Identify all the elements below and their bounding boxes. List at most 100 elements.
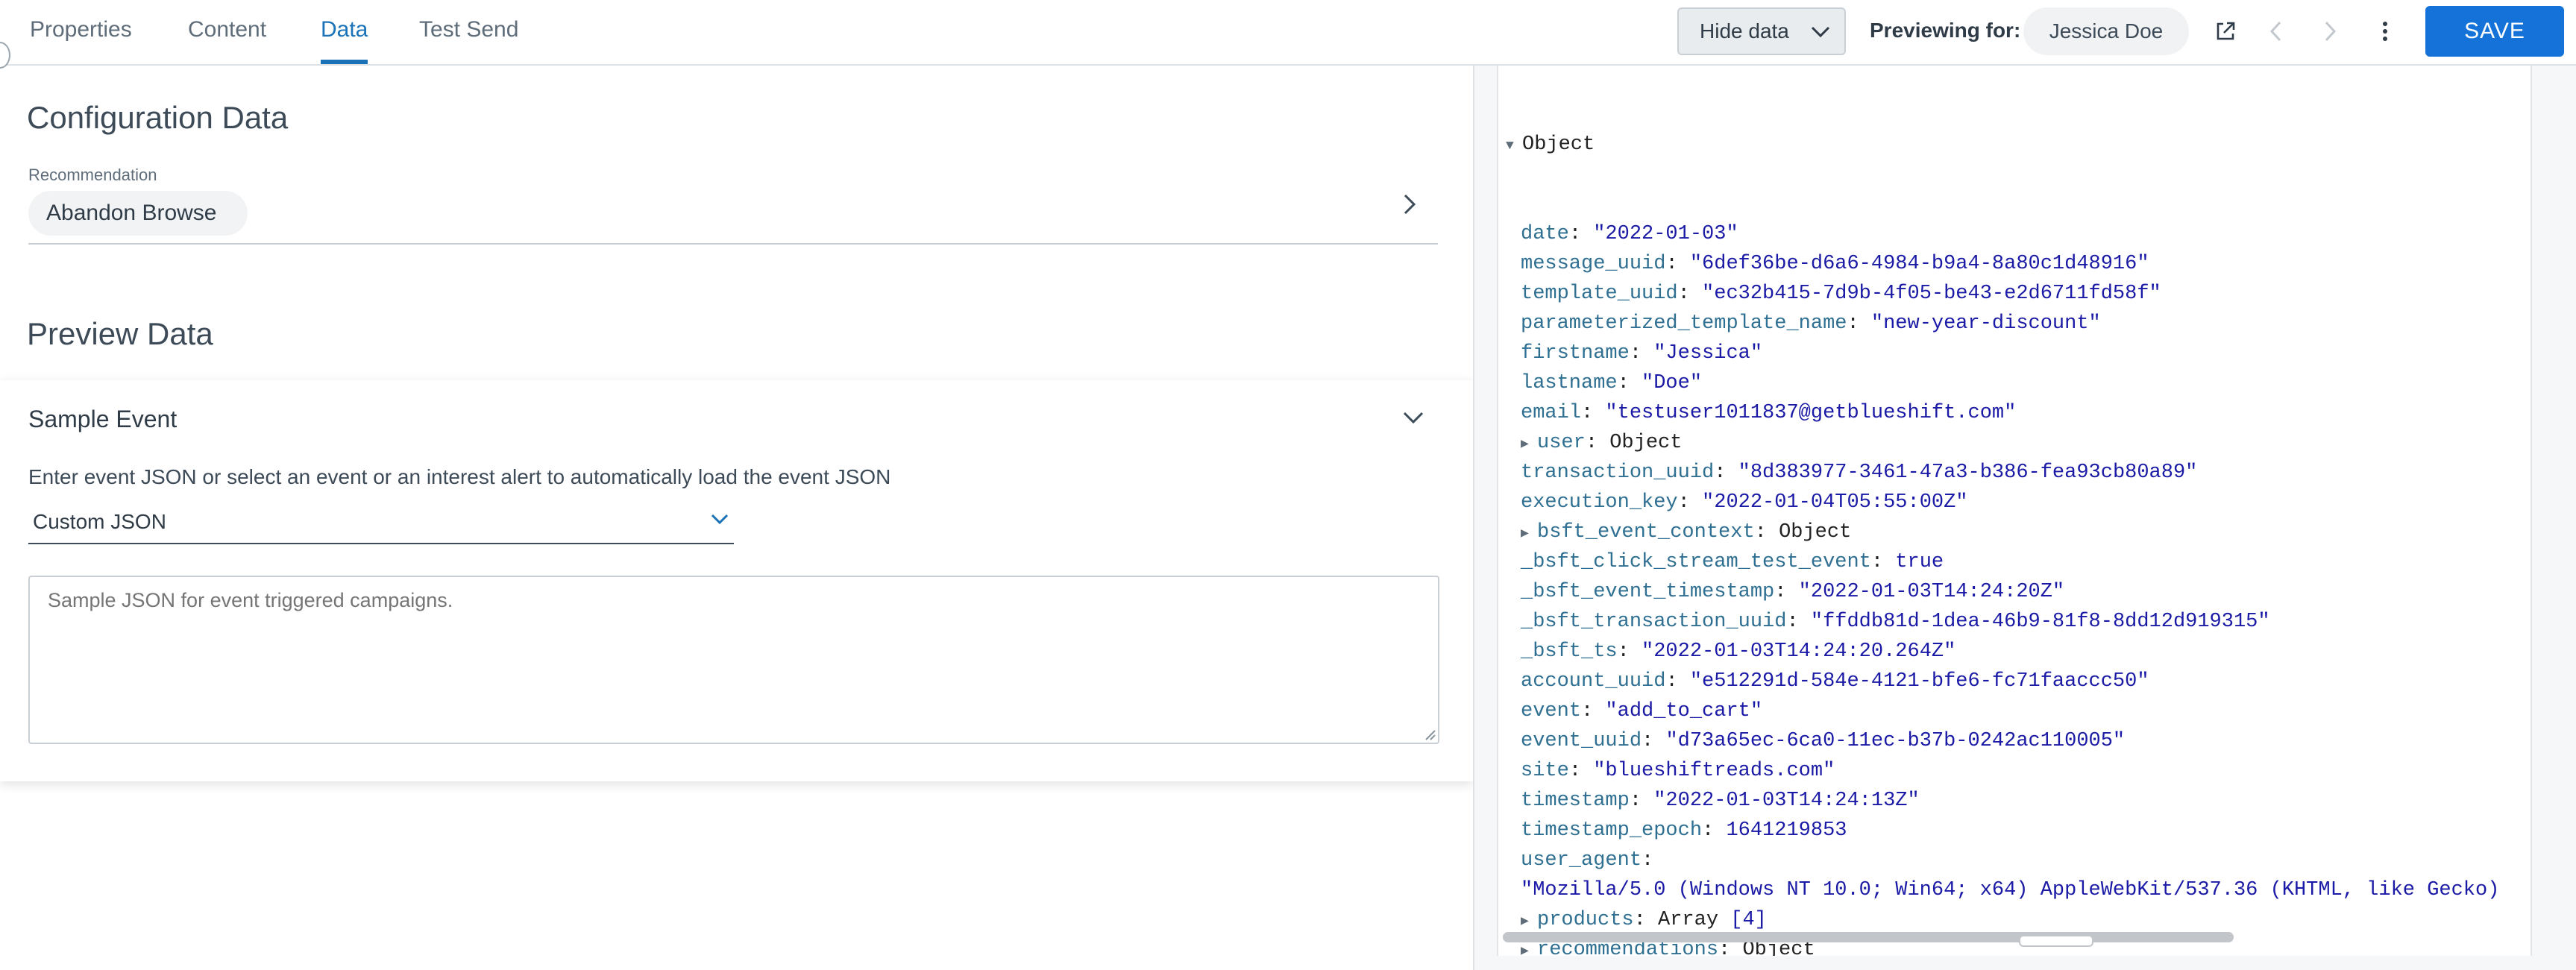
- json-entry-row: site: "blueshiftreads.com": [1506, 756, 2531, 786]
- json-entry-row: message_uuid: "6def36be-d6a6-4984-b9a4-8…: [1506, 249, 2531, 279]
- json-key: _bsft_transaction_uuid: [1521, 611, 1787, 633]
- tab-data[interactable]: Data: [321, 0, 368, 64]
- json-colon: :: [1629, 790, 1654, 812]
- scrollbar-thumb[interactable]: [1503, 932, 2234, 942]
- chevron-down-icon[interactable]: [1402, 410, 1424, 425]
- json-tree: ▼ Object date: "2022-01-03" message_uuid: …: [1506, 70, 2531, 956]
- preview-data-title: Preview Data: [27, 316, 213, 351]
- previewing-user-chip[interactable]: Jessica Doe: [2023, 7, 2189, 55]
- json-root-row[interactable]: ▼ Object: [1506, 130, 2531, 160]
- json-value: "Jessica": [1653, 342, 1763, 365]
- json-value: "2022-01-03T14:24:20.264Z": [1642, 640, 1956, 663]
- recommendation-value-chip[interactable]: Abandon Browse: [28, 191, 248, 236]
- json-colon: :: [1714, 462, 1738, 484]
- json-colon: :: [1665, 670, 1690, 693]
- json-value: "add_to_cart": [1605, 700, 1763, 722]
- json-key: parameterized_template_name: [1521, 312, 1847, 335]
- json-colon: :: [1629, 342, 1654, 365]
- tab-test-send[interactable]: Test Send: [419, 0, 518, 64]
- event-source-select[interactable]: Custom JSON: [28, 500, 734, 544]
- json-entry-row[interactable]: ▶ user: Object: [1506, 428, 2531, 458]
- collapse-handle-icon[interactable]: [0, 42, 10, 69]
- previous-arrow-icon[interactable]: [2261, 16, 2291, 46]
- json-value: Object: [1609, 432, 1683, 454]
- json-key: template_uuid: [1521, 283, 1678, 305]
- json-value: "Mozilla/5.0 (Windows NT 10.0; Win64; x6…: [1521, 879, 2500, 901]
- json-value: "6def36be-d6a6-4984-b9a4-8a80c1d48916": [1689, 253, 2149, 275]
- json-value: "testuser1011837@getblueshift.com": [1605, 402, 2017, 424]
- json-value: "e512291d-584e-4121-bfe6-fc71faaccc50": [1689, 670, 2149, 693]
- json-entry-row: event: "add_to_cart": [1506, 696, 2531, 726]
- chevron-right-icon[interactable]: [1402, 192, 1417, 216]
- json-entry-row: parameterized_template_name: "new-year-d…: [1506, 309, 2531, 338]
- json-key: execution_key: [1521, 491, 1678, 514]
- json-entry-row[interactable]: ▶ bsft_event_context: Object: [1506, 517, 2531, 547]
- json-entry-row: _bsft_transaction_uuid: "ffddb81d-1dea-4…: [1506, 607, 2531, 637]
- scrollbar-knob[interactable]: [2019, 935, 2093, 947]
- json-value: "ec32b415-7d9b-4f05-be43-e2d6711fd58f": [1702, 283, 2161, 305]
- json-key: user_agent: [1521, 849, 1642, 872]
- json-root-label: Object: [1522, 133, 1595, 156]
- json-inspector: ▼ Object date: "2022-01-03" message_uuid: …: [1497, 66, 2532, 956]
- json-value: "ffddb81d-1dea-46b9-81f8-8dd12d919315": [1810, 611, 2270, 633]
- json-value: Object: [1779, 521, 1852, 544]
- json-entry-row: event_uuid: "d73a65ec-6ca0-11ec-b37b-024…: [1506, 726, 2531, 756]
- json-entry-row: execution_key: "2022-01-04T05:55:00Z": [1506, 488, 2531, 517]
- collapsed-triangle-icon[interactable]: ▶: [1521, 429, 1537, 459]
- sample-event-description: Enter event JSON or select an event or a…: [28, 465, 891, 488]
- json-key: bsft_event_context: [1537, 521, 1755, 544]
- next-arrow-icon[interactable]: [2315, 16, 2345, 46]
- event-source-select-value: Custom JSON: [33, 510, 166, 533]
- json-entry-row: lastname: "Doe": [1506, 368, 2531, 398]
- sample-event-card: Sample Event Enter event JSON or select …: [0, 380, 1473, 781]
- json-entry-row: timestamp_epoch: 1641219853: [1506, 816, 2531, 845]
- recommendation-underline: [28, 243, 1438, 245]
- json-colon: :: [1568, 223, 1594, 245]
- tab-content[interactable]: Content: [188, 0, 266, 64]
- collapsed-triangle-icon[interactable]: ▶: [1521, 519, 1537, 549]
- json-value: "blueshiftreads.com": [1593, 760, 1835, 782]
- sample-json-textarea[interactable]: [28, 576, 1439, 744]
- json-colon: :: [1581, 402, 1606, 424]
- json-colon: :: [1847, 312, 1871, 335]
- json-value: true: [1895, 551, 1944, 573]
- previewing-label: Previewing for:: [1870, 19, 2021, 42]
- json-colon: :: [1665, 253, 1690, 275]
- hide-data-button[interactable]: Hide data: [1677, 7, 1846, 55]
- json-value: "new-year-discount": [1870, 312, 2101, 335]
- json-entry-row: date: "2022-01-03": [1506, 219, 2531, 249]
- horizontal-scrollbar[interactable]: [1498, 930, 2531, 947]
- json-array-length: [4]: [1730, 909, 1767, 931]
- json-key: site: [1521, 760, 1569, 782]
- json-entry-row: email: "testuser1011837@getblueshift.com…: [1506, 398, 2531, 428]
- json-entry-row: _bsft_ts: "2022-01-03T14:24:20.264Z": [1506, 637, 2531, 667]
- json-value: "8d383977-3461-47a3-b386-fea93cb80a89": [1738, 462, 2198, 484]
- json-entry-row: account_uuid: "e512291d-584e-4121-bfe6-f…: [1506, 667, 2531, 696]
- hide-data-label: Hide data: [1700, 19, 1789, 42]
- json-key: firstname: [1521, 342, 1630, 365]
- json-value: "2022-01-03T14:24:13Z": [1653, 790, 1920, 812]
- chevron-down-icon: [1811, 26, 1830, 38]
- more-options-icon[interactable]: [2370, 16, 2400, 46]
- json-colon: :: [1633, 909, 1659, 931]
- json-entry-row: "Mozilla/5.0 (Windows NT 10.0; Win64; x6…: [1506, 875, 2531, 905]
- json-colon: :: [1581, 700, 1606, 722]
- tab-properties[interactable]: Properties: [30, 0, 132, 64]
- json-colon: :: [1870, 551, 1896, 573]
- open-external-icon[interactable]: [2211, 16, 2240, 46]
- json-colon: :: [1754, 521, 1779, 544]
- expanded-triangle-icon[interactable]: ▼: [1506, 131, 1522, 161]
- data-settings-panel: Configuration Data Recommendation Abando…: [0, 66, 1473, 970]
- json-key: account_uuid: [1521, 670, 1666, 693]
- json-key: timestamp: [1521, 790, 1630, 812]
- chevron-down-icon: [711, 514, 729, 525]
- json-colon: :: [1642, 849, 1666, 872]
- json-key: event_uuid: [1521, 730, 1642, 752]
- json-colon: :: [1677, 283, 1703, 305]
- resize-handle-icon[interactable]: [1424, 729, 1436, 741]
- json-key: _bsft_ts: [1521, 640, 1618, 663]
- json-colon: :: [1568, 760, 1594, 782]
- json-colon: :: [1702, 819, 1727, 842]
- json-value: "Doe": [1642, 372, 1703, 394]
- save-button[interactable]: SAVE: [2425, 6, 2564, 57]
